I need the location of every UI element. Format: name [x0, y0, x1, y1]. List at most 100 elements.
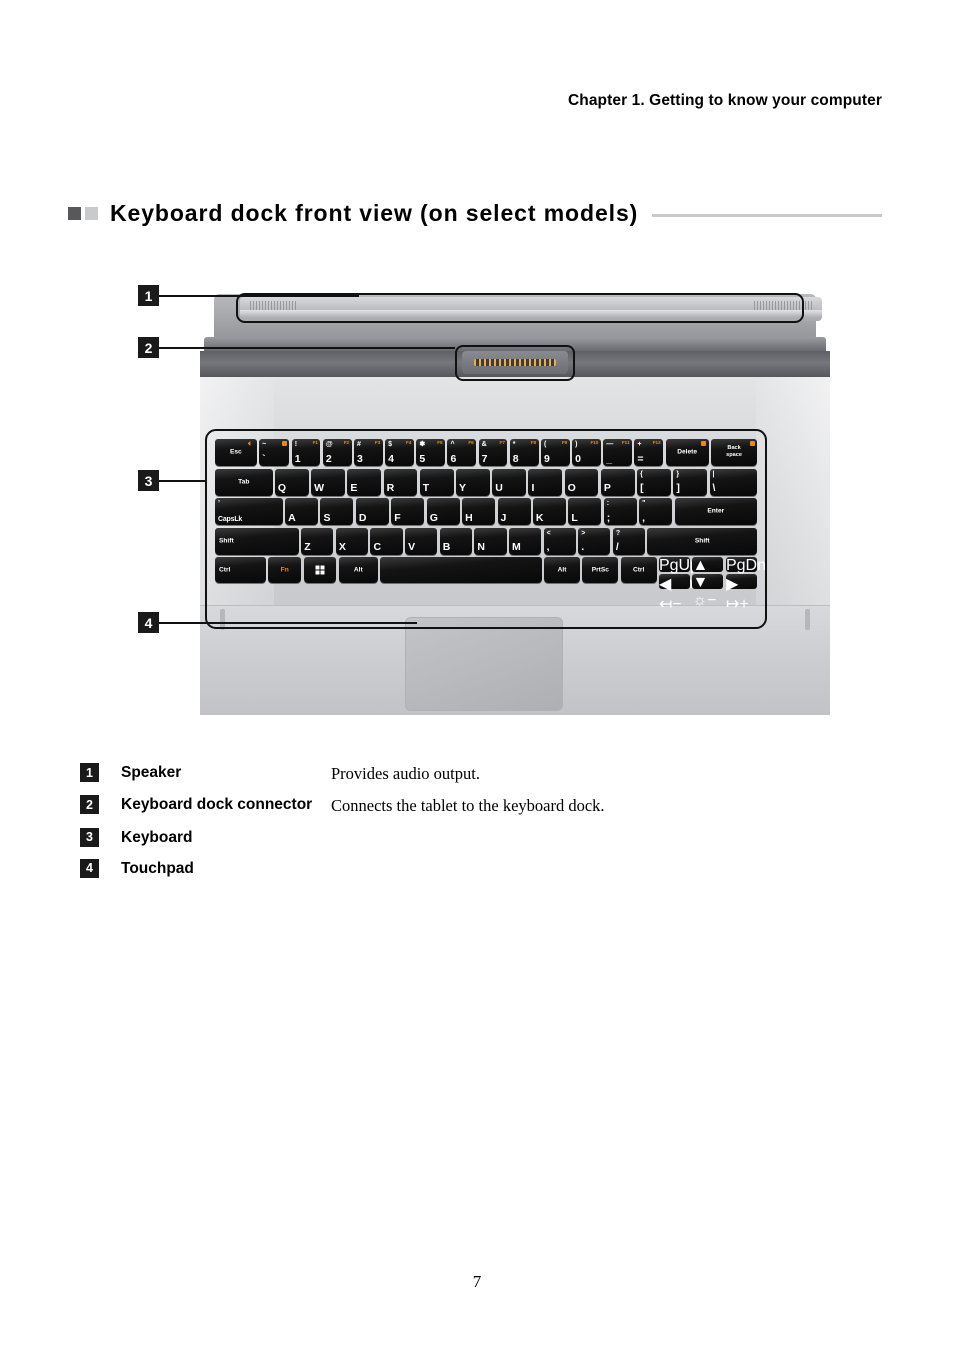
- key-slash[interactable]: ? /: [612, 527, 646, 555]
- key-pgup-home[interactable]: PgUp Home: [658, 557, 702, 592]
- component-description-list: 1 Speaker Provides audio output. 2 Keybo…: [80, 762, 860, 889]
- key-g[interactable]: G: [426, 498, 460, 526]
- key-backtick[interactable]: ~ `: [259, 439, 290, 466]
- esc-fn-icon: [247, 441, 251, 446]
- bullet-square-light-icon: [85, 207, 98, 220]
- key-v[interactable]: V: [405, 527, 438, 555]
- key-2[interactable]: F2 @ 2: [322, 439, 352, 466]
- key-b[interactable]: B: [439, 527, 472, 555]
- key-bracket-right[interactable]: } ]: [673, 468, 708, 496]
- key-tab[interactable]: Tab: [215, 468, 273, 496]
- key-x[interactable]: X: [335, 527, 369, 555]
- key-k[interactable]: K: [532, 498, 566, 526]
- key-arrow-up[interactable]: ▲ ☼+: [692, 557, 724, 592]
- key-capslock[interactable]: ’ CapsLk: [215, 498, 283, 526]
- key-c[interactable]: C: [370, 527, 403, 555]
- key-prtsc[interactable]: PrtSc: [582, 557, 619, 584]
- key-arrow-down[interactable]: ▼ ☼−: [692, 574, 724, 609]
- key-alt-right[interactable]: Alt: [544, 557, 580, 584]
- keyboard-dock-figure: 1 2 3 4 JBL SOUND PERFORMANCE: [130, 285, 830, 715]
- key-p[interactable]: P: [600, 468, 635, 496]
- key-period[interactable]: > .: [578, 527, 611, 555]
- key-delete[interactable]: Delete: [665, 439, 709, 466]
- fn-icon: [281, 441, 287, 446]
- key-t[interactable]: T: [419, 468, 454, 496]
- key-shift-right[interactable]: Shift: [647, 527, 758, 555]
- callout-3: 3: [138, 470, 159, 491]
- leader-line-1: [159, 295, 359, 297]
- key-y[interactable]: Y: [456, 468, 490, 496]
- section-heading: Keyboard dock front view (on select mode…: [68, 200, 882, 227]
- key-n[interactable]: N: [474, 527, 507, 555]
- key-pgdn-end[interactable]: PgDn End: [725, 557, 766, 592]
- key-equals[interactable]: F12 + =: [634, 439, 664, 466]
- key-a[interactable]: A: [285, 498, 319, 526]
- list-item: 1 Speaker Provides audio output.: [80, 762, 860, 785]
- key-backspace[interactable]: Back space: [711, 439, 758, 466]
- key-l[interactable]: L: [568, 498, 602, 526]
- key-8[interactable]: F8 * 8: [509, 439, 539, 466]
- list-item: 4 Touchpad: [80, 858, 860, 880]
- item-number-2: 2: [80, 795, 99, 815]
- key-i[interactable]: I: [528, 468, 563, 496]
- key-fn[interactable]: Fn: [268, 557, 302, 584]
- key-bracket-left[interactable]: { [: [637, 468, 671, 496]
- speaker-highlight-outline: [236, 293, 804, 323]
- key-u[interactable]: U: [492, 468, 527, 496]
- key-ctrl-right[interactable]: Ctrl: [620, 557, 657, 584]
- key-minus[interactable]: F11 — _: [603, 439, 633, 466]
- key-4[interactable]: F4 $ 4: [385, 439, 414, 466]
- key-j[interactable]: J: [497, 498, 531, 526]
- key-e[interactable]: E: [347, 468, 382, 496]
- key-d[interactable]: D: [355, 498, 389, 526]
- keyboard-row-qwerty: Tab Q W E R T Y U I O P { [}] | \: [215, 468, 757, 496]
- key-comma[interactable]: < ,: [543, 527, 576, 555]
- key-enter[interactable]: Enter: [674, 498, 758, 526]
- windows-key-icon[interactable]: [303, 557, 337, 584]
- bullet-square-dark-icon: [68, 207, 81, 220]
- key-arrow-right[interactable]: ▶ ↦+: [725, 574, 757, 613]
- keyboard-row-modifiers: Ctrl Fn Alt Alt PrtSc Ctrl PgUp ▲ PgDn ◀…: [215, 557, 766, 613]
- heading-rule: [652, 214, 882, 217]
- key-1[interactable]: F1 ! 1: [291, 439, 321, 466]
- list-item: 3 Keyboard: [80, 827, 860, 849]
- keyboard-row-function: Esc ~ ` F1 ! 1 F2 @ 2 F3 # 3 F4 $ 4 F5 ✽…: [215, 439, 758, 466]
- key-0[interactable]: F10 ) 0: [572, 439, 601, 466]
- key-esc[interactable]: Esc: [215, 439, 257, 466]
- key-3[interactable]: F3 # 3: [354, 439, 383, 466]
- arrow-key-cluster: PgUp Home ▲ ☼+ PgDn End ◀: [658, 557, 766, 613]
- item-number-4: 4: [80, 858, 99, 878]
- fn-icon: [701, 441, 707, 446]
- key-semicolon[interactable]: : ;: [603, 498, 637, 526]
- chapter-header: Chapter 1. Getting to know your computer: [567, 92, 882, 109]
- dock-base: Esc ~ ` F1 ! 1 F2 @ 2 F3 # 3 F4 $ 4 F5 ✽…: [200, 377, 830, 715]
- item-number-3: 3: [80, 827, 99, 847]
- touchpad: [405, 617, 563, 711]
- item-text-keyboard-dock-connector: Connects the tablet to the keyboard dock…: [331, 796, 605, 816]
- callout-1: 1: [138, 285, 159, 306]
- keyboard-row-home: ’ CapsLk A S D F G H J K L : ; " , Enter: [215, 498, 758, 526]
- key-5[interactable]: F5 ✽ 5: [416, 439, 446, 466]
- key-backslash[interactable]: | \: [709, 468, 757, 496]
- key-9[interactable]: F9 ( 9: [540, 439, 570, 466]
- key-h[interactable]: H: [462, 498, 496, 526]
- key-f[interactable]: F: [391, 498, 425, 526]
- key-z[interactable]: Z: [301, 527, 334, 555]
- key-quote[interactable]: " ,: [639, 498, 673, 526]
- key-alt-left[interactable]: Alt: [338, 557, 378, 584]
- keyboard-dock-device: JBL SOUND PERFORMANCE: [200, 285, 830, 715]
- key-ctrl-left[interactable]: Ctrl: [215, 557, 266, 584]
- key-6[interactable]: F6 ^ 6: [447, 439, 477, 466]
- list-item: 2 Keyboard dock connector Connects the t…: [80, 794, 860, 817]
- key-s[interactable]: S: [320, 498, 354, 526]
- key-arrow-left[interactable]: ◀ ↤−: [658, 574, 690, 613]
- key-r[interactable]: R: [383, 468, 418, 496]
- key-q[interactable]: Q: [274, 468, 309, 496]
- key-w[interactable]: W: [311, 468, 345, 496]
- key-m[interactable]: M: [508, 527, 542, 555]
- key-o[interactable]: O: [564, 468, 599, 496]
- key-shift-left[interactable]: Shift: [215, 527, 299, 555]
- key-7[interactable]: F7 & 7: [478, 439, 508, 466]
- key-space[interactable]: [380, 557, 542, 584]
- item-number-1: 1: [80, 763, 99, 782]
